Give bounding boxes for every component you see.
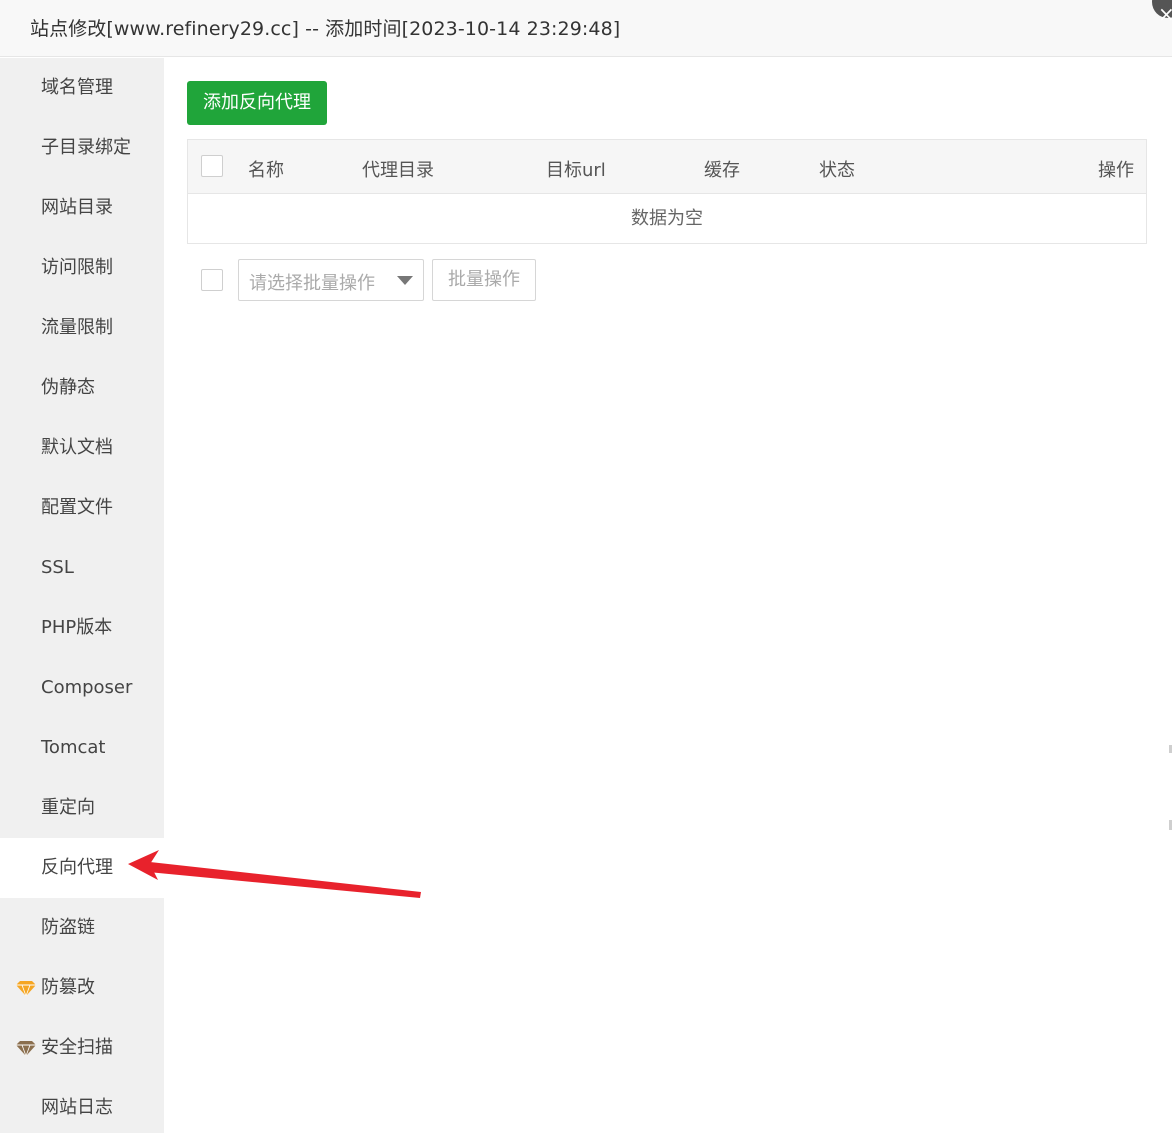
batch-select-placeholder: 请选择批量操作: [249, 273, 375, 294]
batch-operation-button[interactable]: 批量操作: [432, 259, 536, 301]
proxy-table: 名称 代理目录 目标url 缓存 状态 操作 数据为空: [187, 139, 1147, 244]
sidebar-item-hotlink[interactable]: 防盗链: [0, 898, 164, 958]
sidebar-item-label: 伪静态: [41, 377, 95, 398]
column-header-name: 名称: [248, 160, 284, 181]
sidebar-item-composer[interactable]: Composer: [0, 658, 164, 718]
sidebar-item-label: 默认文档: [41, 437, 113, 458]
sidebar-item-tamper-proof[interactable]: 防篡改: [0, 958, 164, 1018]
title-bar: 站点修改[www.refinery29.cc] -- 添加时间[2023-10-…: [0, 0, 1172, 57]
sidebar-item-label: 重定向: [41, 797, 95, 818]
sidebar-item-domain[interactable]: 域名管理: [0, 58, 164, 118]
sidebar-item-ssl[interactable]: SSL: [0, 538, 164, 598]
sidebar-item-label: 防盗链: [41, 917, 95, 938]
sidebar: 域名管理子目录绑定网站目录访问限制流量限制伪静态默认文档配置文件 SSL PHP版本…: [0, 58, 164, 1133]
sidebar-item-php-version[interactable]: PHP版本: [0, 598, 164, 658]
table-header: 名称 代理目录 目标url 缓存 状态 操作: [188, 140, 1146, 194]
sidebar-item-label: 网站目录: [41, 197, 113, 218]
sidebar-item-redirect[interactable]: 重定向: [0, 778, 164, 838]
caret-down-icon: [397, 276, 413, 285]
sidebar-item-label: 反向代理: [41, 857, 113, 878]
sidebar-item-access-limit[interactable]: 访问限制: [0, 238, 164, 298]
sidebar-item-label: Composer: [41, 677, 133, 698]
sidebar-item-label: 域名管理: [41, 77, 113, 98]
close-button[interactable]: ×: [1152, 0, 1172, 26]
add-reverse-proxy-button[interactable]: 添加反向代理: [187, 81, 327, 125]
sidebar-item-traffic-limit[interactable]: 流量限制: [0, 298, 164, 358]
sidebar-item-security-scan[interactable]: 安全扫描: [0, 1018, 164, 1078]
sidebar-item-label: 子目录绑定: [41, 137, 131, 158]
sidebar-item-label: 配置文件: [41, 497, 113, 518]
batch-select-checkbox[interactable]: [201, 269, 223, 291]
sidebar-item-label: SSL: [41, 557, 74, 578]
gem-icon: [16, 1041, 36, 1056]
sidebar-item-label: Tomcat: [41, 737, 106, 758]
sidebar-item-site-log[interactable]: 网站日志: [0, 1078, 164, 1138]
sidebar-item-default-doc[interactable]: 默认文档: [0, 418, 164, 478]
gem-icon: [16, 981, 36, 996]
column-header-cache: 缓存: [704, 160, 740, 181]
sidebar-item-rewrite[interactable]: 伪静态: [0, 358, 164, 418]
window-title: 站点修改[www.refinery29.cc] -- 添加时间[2023-10-…: [30, 18, 621, 40]
select-all-checkbox[interactable]: [201, 155, 223, 177]
close-icon: ×: [1158, 2, 1172, 26]
column-header-proxy-dir: 代理目录: [362, 160, 434, 181]
sidebar-item-tomcat[interactable]: Tomcat: [0, 718, 164, 778]
sidebar-item-config-file[interactable]: 配置文件: [0, 478, 164, 538]
sidebar-item-subdir[interactable]: 子目录绑定: [0, 118, 164, 178]
sidebar-item-label: 安全扫描: [41, 1037, 113, 1058]
empty-state-text: 数据为空: [631, 208, 703, 229]
sidebar-item-reverse-proxy[interactable]: 反向代理: [0, 838, 164, 898]
sidebar-item-label: 防篡改: [41, 977, 95, 998]
sidebar-item-label: 网站日志: [41, 1097, 113, 1118]
sidebar-item-label: PHP版本: [41, 617, 113, 638]
sidebar-item-site-dir[interactable]: 网站目录: [0, 178, 164, 238]
column-header-status: 状态: [819, 160, 855, 181]
batch-operation-select[interactable]: 请选择批量操作: [238, 259, 424, 301]
column-header-actions: 操作: [1098, 160, 1134, 181]
sidebar-item-label: 流量限制: [41, 317, 113, 338]
column-header-target-url: 目标url: [546, 160, 606, 181]
main-content: 添加反向代理 名称 代理目录 目标url 缓存 状态 操作 数据为空 请选择批量…: [164, 58, 1172, 1133]
sidebar-item-label: 访问限制: [41, 257, 113, 278]
